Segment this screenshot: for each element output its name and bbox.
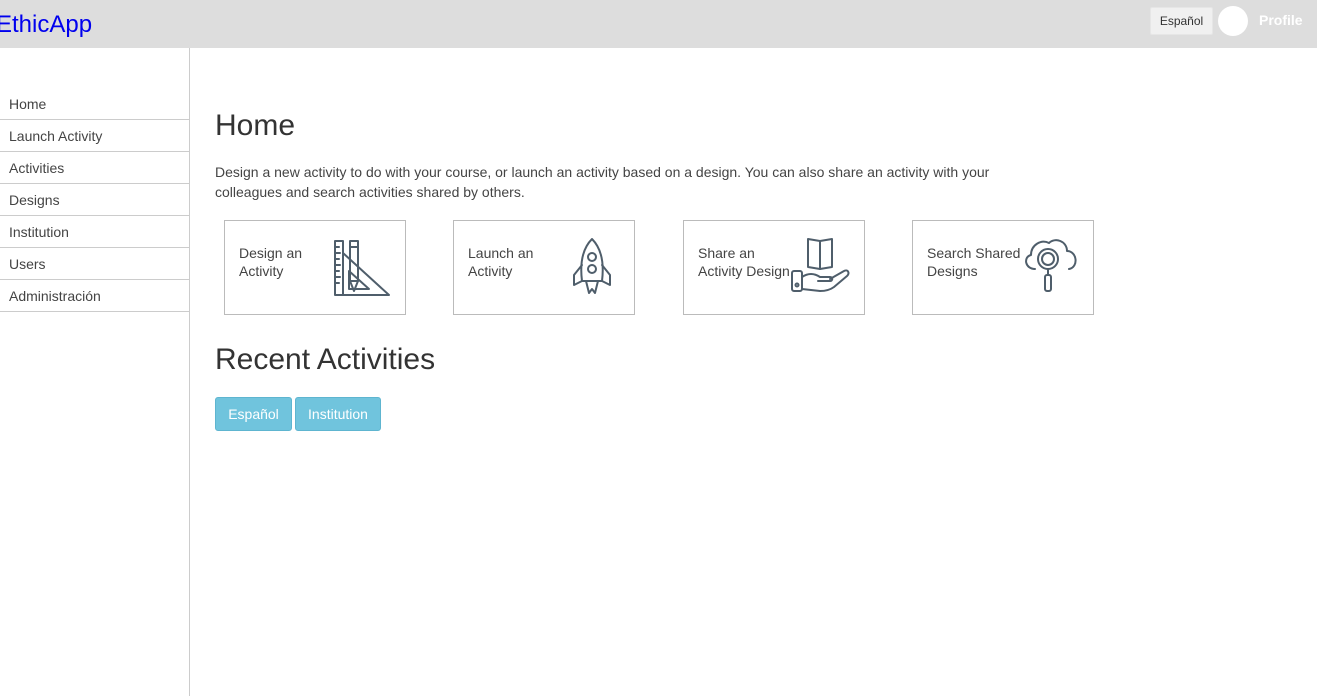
rocket-icon [573,238,611,294]
recent-filter-institution-button[interactable]: Institution [295,397,381,431]
intro-text: Design a new activity to do with your co… [215,164,990,200]
card-label: Search Shared Designs [927,245,1021,279]
page-title: Home [215,109,296,142]
sidebar-item-designs[interactable]: Designs [0,184,189,216]
sidebar: Home Launch Activity Activities Designs … [0,48,190,696]
design-tools-icon [334,240,390,296]
sidebar-item-home[interactable]: Home [0,88,189,120]
profile-link[interactable]: Profile [1259,12,1303,28]
sidebar-item-administracion[interactable]: Administración [0,280,189,312]
launch-activity-card[interactable]: Launch an Activity [453,220,635,315]
language-toggle-button[interactable]: Español [1150,7,1213,35]
cloud-search-icon [1025,239,1077,292]
recent-activities-title: Recent Activities [215,343,436,376]
search-shared-designs-card[interactable]: Search Shared Designs [912,220,1094,315]
sidebar-item-institution[interactable]: Institution [0,216,189,248]
sidebar-item-launch-activity[interactable]: Launch Activity [0,120,189,152]
share-book-hand-icon [791,238,850,292]
share-design-card[interactable]: Share an Activity Design [683,220,865,315]
sidebar-nav: Home Launch Activity Activities Designs … [0,88,189,312]
design-activity-card[interactable]: Design an Activity [224,220,406,315]
avatar[interactable] [1218,6,1248,36]
brand-logo-link[interactable]: EthicApp [0,10,92,40]
sidebar-item-users[interactable]: Users [0,248,189,280]
sidebar-item-activities[interactable]: Activities [0,152,189,184]
card-label: Share an Activity Design [698,245,790,279]
top-navbar: EthicApp Español Profile [0,0,1317,48]
card-label: Design an Activity [239,245,303,279]
card-label: Launch an Activity [468,245,534,279]
recent-filter-espanol-button[interactable]: Español [215,397,292,431]
